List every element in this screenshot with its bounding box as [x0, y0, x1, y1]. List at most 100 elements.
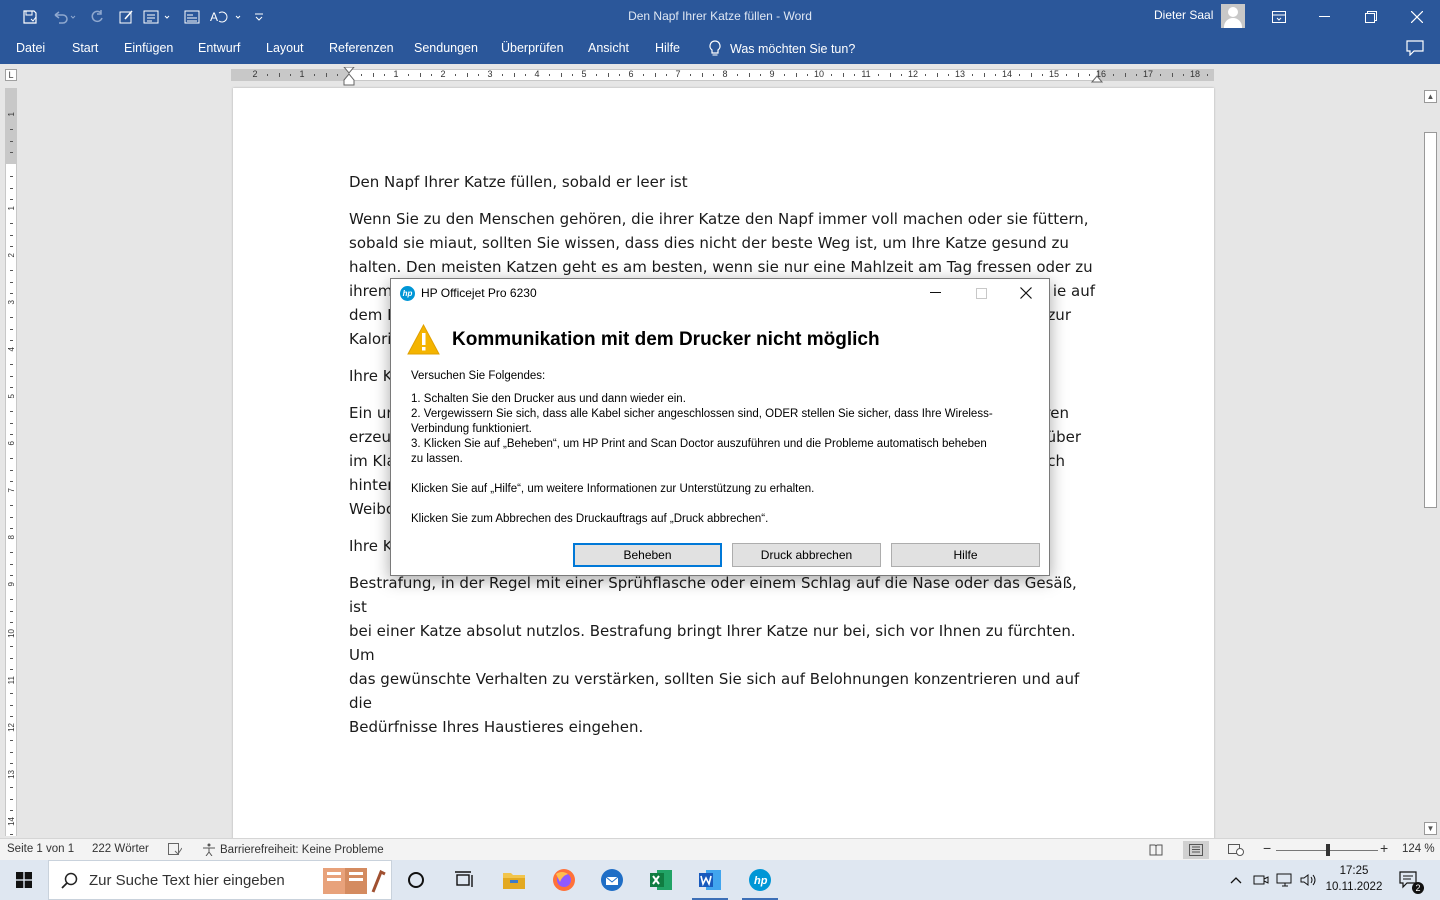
vertical-ruler-number: 5	[7, 394, 16, 399]
search-highlight-icon[interactable]	[321, 866, 389, 896]
horizontal-ruler[interactable]: 2 1 1 2 3 4 5 6 7 8 9 10 11 12 13 14 15 16 17 18	[231, 67, 1214, 86]
cortana-icon[interactable]	[392, 860, 440, 900]
ruler-tick	[655, 73, 656, 77]
scroll-down-button[interactable]: ▼	[1424, 822, 1437, 835]
text-fragment: im Kla	[349, 452, 396, 470]
word-count[interactable]: 222 Wörter	[92, 843, 149, 855]
firefox-icon[interactable]	[540, 860, 588, 900]
accessibility-status[interactable]: Barrierefreiheit: Keine Probleme	[202, 843, 384, 856]
notification-center-icon[interactable]: 2	[1396, 860, 1424, 900]
ruler-tick	[1113, 74, 1114, 76]
user-name[interactable]: Dieter Saal	[1154, 8, 1213, 22]
cancel-print-button[interactable]: Druck abbrechen	[732, 543, 881, 567]
tab-ueberpruefen[interactable]: Überprüfen	[501, 41, 564, 55]
ruler-tick	[948, 74, 949, 76]
tab-selector[interactable]: L	[5, 69, 17, 81]
text-line: sobald sie miaut, sollten Sie wissen, da…	[349, 234, 1069, 252]
vertical-ruler[interactable]: 1 1 2 3 4 5 6 7 8 9 10 11 12 13 14	[5, 88, 17, 836]
ruler-tick	[408, 74, 409, 76]
zoom-slider-thumb[interactable]	[1326, 844, 1330, 856]
ruler-number: 3	[487, 69, 493, 79]
close-button[interactable]	[1394, 0, 1440, 34]
vertical-ruler-number: 4	[7, 347, 16, 352]
comment-icon[interactable]	[1406, 40, 1426, 58]
ruler-tick	[749, 73, 750, 77]
clock-time: 17:25	[1339, 865, 1369, 877]
zoom-level[interactable]: 124 %	[1402, 843, 1435, 855]
vertical-ruler-tick	[10, 282, 13, 283]
scroll-up-button[interactable]: ▲	[1424, 90, 1437, 103]
taskbar-search-box[interactable]: Zur Suche Text hier eingeben	[48, 860, 392, 900]
vertical-ruler-number: 1	[7, 206, 16, 211]
notification-count: 2	[1412, 882, 1424, 894]
page-count[interactable]: Seite 1 von 1	[7, 843, 74, 855]
ruler-number: 2	[440, 69, 446, 79]
show-hidden-icons[interactable]	[1226, 860, 1246, 900]
tab-einfuegen[interactable]: Einfügen	[124, 41, 173, 55]
meet-now-icon[interactable]	[1250, 860, 1272, 900]
tell-me-box[interactable]: Was möchten Sie tun?	[708, 40, 855, 57]
text-fragment: ie auf	[1052, 282, 1095, 300]
word-icon[interactable]	[686, 860, 734, 900]
text-line: Wenn Sie zu den Menschen gehören, die ih…	[349, 210, 1089, 228]
ribbon-display-options-icon[interactable]	[1256, 0, 1302, 34]
tab-ansicht[interactable]: Ansicht	[588, 41, 629, 55]
tab-hilfe[interactable]: Hilfe	[655, 41, 680, 55]
task-view-icon[interactable]	[440, 860, 488, 900]
search-icon	[61, 872, 78, 889]
avatar[interactable]	[1221, 4, 1245, 28]
ruler-tick	[478, 74, 479, 76]
thunderbird-icon[interactable]	[588, 860, 636, 900]
read-mode-icon[interactable]	[1143, 841, 1169, 859]
ruler-tick	[326, 73, 327, 77]
hp-logo-icon[interactable]: hp	[736, 860, 784, 900]
ruler-tick	[925, 74, 926, 76]
tab-layout[interactable]: Layout	[266, 41, 304, 55]
windows-start-icon[interactable]	[0, 860, 48, 900]
text-line: halten. Den meisten Katzen geht es am be…	[349, 258, 1093, 276]
dialog-close-button[interactable]	[1003, 279, 1049, 307]
warning-icon	[407, 324, 440, 355]
zoom-out-button[interactable]: −	[1263, 840, 1271, 856]
restore-button[interactable]	[1348, 0, 1394, 34]
zoom-in-button[interactable]: +	[1380, 840, 1388, 856]
scroll-thumb[interactable]	[1424, 132, 1437, 508]
vertical-ruler-tick	[10, 152, 13, 153]
horizontal-ruler-area: L 2 1 1 2 3 4 5 6 7 8 9 10 11 12 13 14 15 16 17 18	[0, 64, 1440, 86]
ruler-tick	[561, 73, 562, 77]
ruler-tick	[514, 73, 515, 77]
dialog-step-1: 1. Schalten Sie den Drucker aus und dann…	[411, 393, 686, 405]
excel-icon[interactable]	[637, 860, 685, 900]
vertical-ruler-tick	[10, 740, 13, 741]
vertical-ruler-number: 10	[7, 629, 16, 638]
network-icon[interactable]	[1274, 860, 1296, 900]
tab-datei[interactable]: Datei	[16, 41, 45, 55]
vertical-ruler-tick	[10, 622, 13, 623]
fix-button[interactable]: Beheben	[573, 543, 722, 567]
ruler-tick	[878, 74, 879, 76]
vertical-ruler-tick	[10, 199, 13, 200]
ruler-tick	[890, 73, 891, 77]
ruler-number: 14	[1001, 69, 1013, 79]
ruler-tick	[796, 73, 797, 77]
file-explorer-icon[interactable]	[490, 860, 538, 900]
volume-icon[interactable]	[1298, 860, 1320, 900]
first-line-indent-marker[interactable]	[343, 67, 355, 87]
vertical-ruler-tick	[10, 481, 13, 482]
vertical-ruler-tick	[10, 340, 13, 341]
help-button[interactable]: Hilfe	[891, 543, 1040, 567]
system-clock[interactable]: 17:25 10.11.2022	[1320, 863, 1388, 895]
tab-entwurf[interactable]: Entwurf	[198, 41, 240, 55]
proofing-icon[interactable]	[168, 843, 183, 858]
minimize-button[interactable]	[1302, 0, 1348, 34]
dialog-minimize-button[interactable]	[913, 279, 959, 307]
tab-start[interactable]: Start	[72, 41, 98, 55]
right-indent-marker[interactable]	[1091, 74, 1103, 84]
ruler-tick	[984, 73, 985, 77]
web-layout-icon[interactable]	[1223, 841, 1249, 859]
vertical-scrollbar[interactable]: ▲ ▼	[1422, 88, 1440, 838]
tab-referenzen[interactable]: Referenzen	[329, 41, 394, 55]
tab-sendungen[interactable]: Sendungen	[414, 41, 478, 55]
vertical-ruler-tick	[10, 434, 13, 435]
print-layout-icon[interactable]	[1183, 841, 1209, 859]
